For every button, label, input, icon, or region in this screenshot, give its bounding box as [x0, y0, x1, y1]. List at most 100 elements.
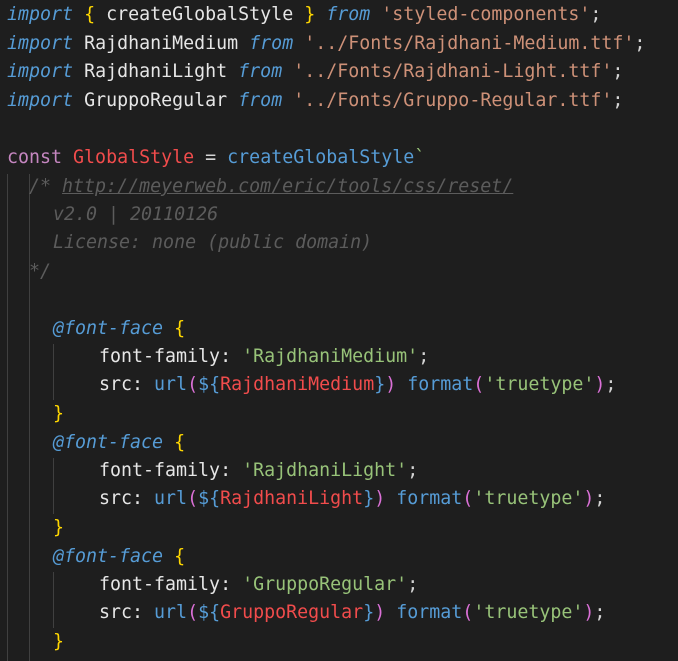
semicolon: ; [612, 90, 624, 111]
const-keyword: const [7, 147, 63, 168]
code-line-3[interactable]: import RajdhaniLight from '../Fonts/Rajd… [7, 58, 623, 86]
at-rule: @font-face [53, 432, 164, 453]
comment-url-link[interactable]: http://meyerweb.com/eric/tools/css/reset… [62, 176, 513, 197]
close-brace: } [304, 4, 316, 25]
code-line-src-3[interactable]: src: url(${GruppoRegular}) format('truet… [99, 599, 605, 627]
from-keyword: from [238, 90, 283, 111]
close-brace: } [53, 631, 65, 652]
code-line-8[interactable]: v2.0 | 20110126 [53, 201, 218, 229]
code-line-6[interactable]: const GlobalStyle = createGlobalStyle` [7, 144, 425, 172]
code-line-10[interactable]: */ [29, 258, 51, 286]
indent-guide-2 [29, 174, 30, 661]
close-paren: ) [583, 488, 595, 509]
comment-open: /* [29, 176, 63, 197]
close-brace: } [53, 517, 65, 538]
close-paren: ) [385, 374, 397, 395]
code-line-font-face-2[interactable]: @font-face { [53, 429, 185, 457]
close-paren: ) [583, 602, 595, 623]
template-variable: RajdhaniMedium [220, 374, 375, 395]
property-name: font-family: [99, 346, 232, 367]
import-keyword: import [7, 4, 74, 25]
code-line-font-face-3[interactable]: @font-face { [53, 543, 185, 571]
close-paren: ) [374, 488, 386, 509]
open-brace: { [174, 432, 186, 453]
template-close: } [363, 488, 375, 509]
format-value: 'truetype' [484, 374, 595, 395]
template-open: ${ [198, 488, 221, 509]
property-name: src: [99, 374, 144, 395]
open-paren: ( [462, 488, 474, 509]
semicolon: ; [407, 460, 419, 481]
template-open: ${ [198, 374, 221, 395]
open-brace: { [174, 318, 186, 339]
code-line-1[interactable]: import { createGlobalStyle } from 'style… [7, 1, 601, 29]
import-keyword: import [7, 61, 74, 82]
code-line-font-family-2[interactable]: font-family: 'RajdhaniLight'; [99, 457, 418, 485]
property-value: 'GruppoRegular' [242, 574, 408, 595]
code-line-font-face-1[interactable]: @font-face { [53, 315, 185, 343]
variable-name: GlobalStyle [73, 147, 195, 168]
open-paren: ( [462, 602, 474, 623]
semicolon: ; [612, 61, 624, 82]
open-paren: ( [187, 602, 199, 623]
open-paren: ( [187, 374, 199, 395]
format-value: 'truetype' [473, 488, 584, 509]
close-brace: } [53, 403, 65, 424]
module-string: '../Fonts/Gruppo-Regular.ttf' [293, 90, 613, 111]
code-line-7[interactable]: /* http://meyerweb.com/eric/tools/css/re… [29, 173, 513, 201]
comment-text: License: none (public domain) [53, 232, 373, 253]
property-value: 'RajdhaniLight' [242, 460, 408, 481]
code-line-9[interactable]: License: none (public domain) [53, 229, 372, 257]
close-paren: ) [594, 374, 606, 395]
template-open: ${ [198, 602, 221, 623]
code-line-close-3[interactable]: } [53, 628, 64, 656]
format-function: format [396, 602, 463, 623]
template-variable: RajdhaniLight [220, 488, 364, 509]
import-keyword: import [7, 90, 74, 111]
indent-guide-4 [53, 458, 54, 514]
indent-guide-3 [53, 344, 54, 400]
module-string: 'styled-components' [381, 4, 591, 25]
open-paren: ( [187, 488, 199, 509]
code-line-src-1[interactable]: src: url(${RajdhaniMedium}) format('true… [99, 371, 616, 399]
format-function: format [396, 488, 463, 509]
code-line-font-family-1[interactable]: font-family: 'RajdhaniMedium'; [99, 343, 429, 371]
import-keyword: import [7, 33, 74, 54]
url-function: url [154, 374, 188, 395]
semicolon: ; [590, 4, 602, 25]
template-close: } [363, 602, 375, 623]
open-paren: ( [473, 374, 485, 395]
template-backtick: ` [414, 147, 426, 168]
import-name: RajdhaniLight [84, 61, 228, 82]
format-function: format [407, 374, 474, 395]
indent-guide-1 [7, 174, 8, 661]
format-value: 'truetype' [473, 602, 584, 623]
property-name: src: [99, 602, 144, 623]
semicolon: ; [418, 346, 430, 367]
code-line-src-2[interactable]: src: url(${RajdhaniLight}) format('truet… [99, 485, 605, 513]
url-function: url [154, 488, 188, 509]
code-line-2[interactable]: import RajdhaniMedium from '../Fonts/Raj… [7, 30, 645, 58]
property-name: src: [99, 488, 144, 509]
at-rule: @font-face [53, 546, 164, 567]
code-line-close-1[interactable]: } [53, 400, 64, 428]
comment-close: */ [29, 261, 52, 282]
template-variable: GruppoRegular [220, 602, 364, 623]
property-name: font-family: [99, 460, 232, 481]
module-string: '../Fonts/Rajdhani-Light.ttf' [293, 61, 613, 82]
comment-text: v2.0 | 20110126 [53, 204, 219, 225]
from-keyword: from [238, 61, 283, 82]
at-rule: @font-face [53, 318, 164, 339]
from-keyword: from [326, 4, 371, 25]
code-line-close-2[interactable]: } [53, 514, 64, 542]
indent-guide-5 [53, 572, 54, 628]
code-line-font-family-3[interactable]: font-family: 'GruppoRegular'; [99, 571, 418, 599]
code-editor[interactable]: import { createGlobalStyle } from 'style… [0, 0, 678, 661]
import-name: createGlobalStyle [106, 4, 294, 25]
template-close: } [374, 374, 386, 395]
module-string: '../Fonts/Rajdhani-Medium.ttf' [304, 33, 635, 54]
code-line-4[interactable]: import GruppoRegular from '../Fonts/Grup… [7, 87, 623, 115]
semicolon: ; [605, 374, 617, 395]
property-name: font-family: [99, 574, 232, 595]
url-function: url [154, 602, 188, 623]
